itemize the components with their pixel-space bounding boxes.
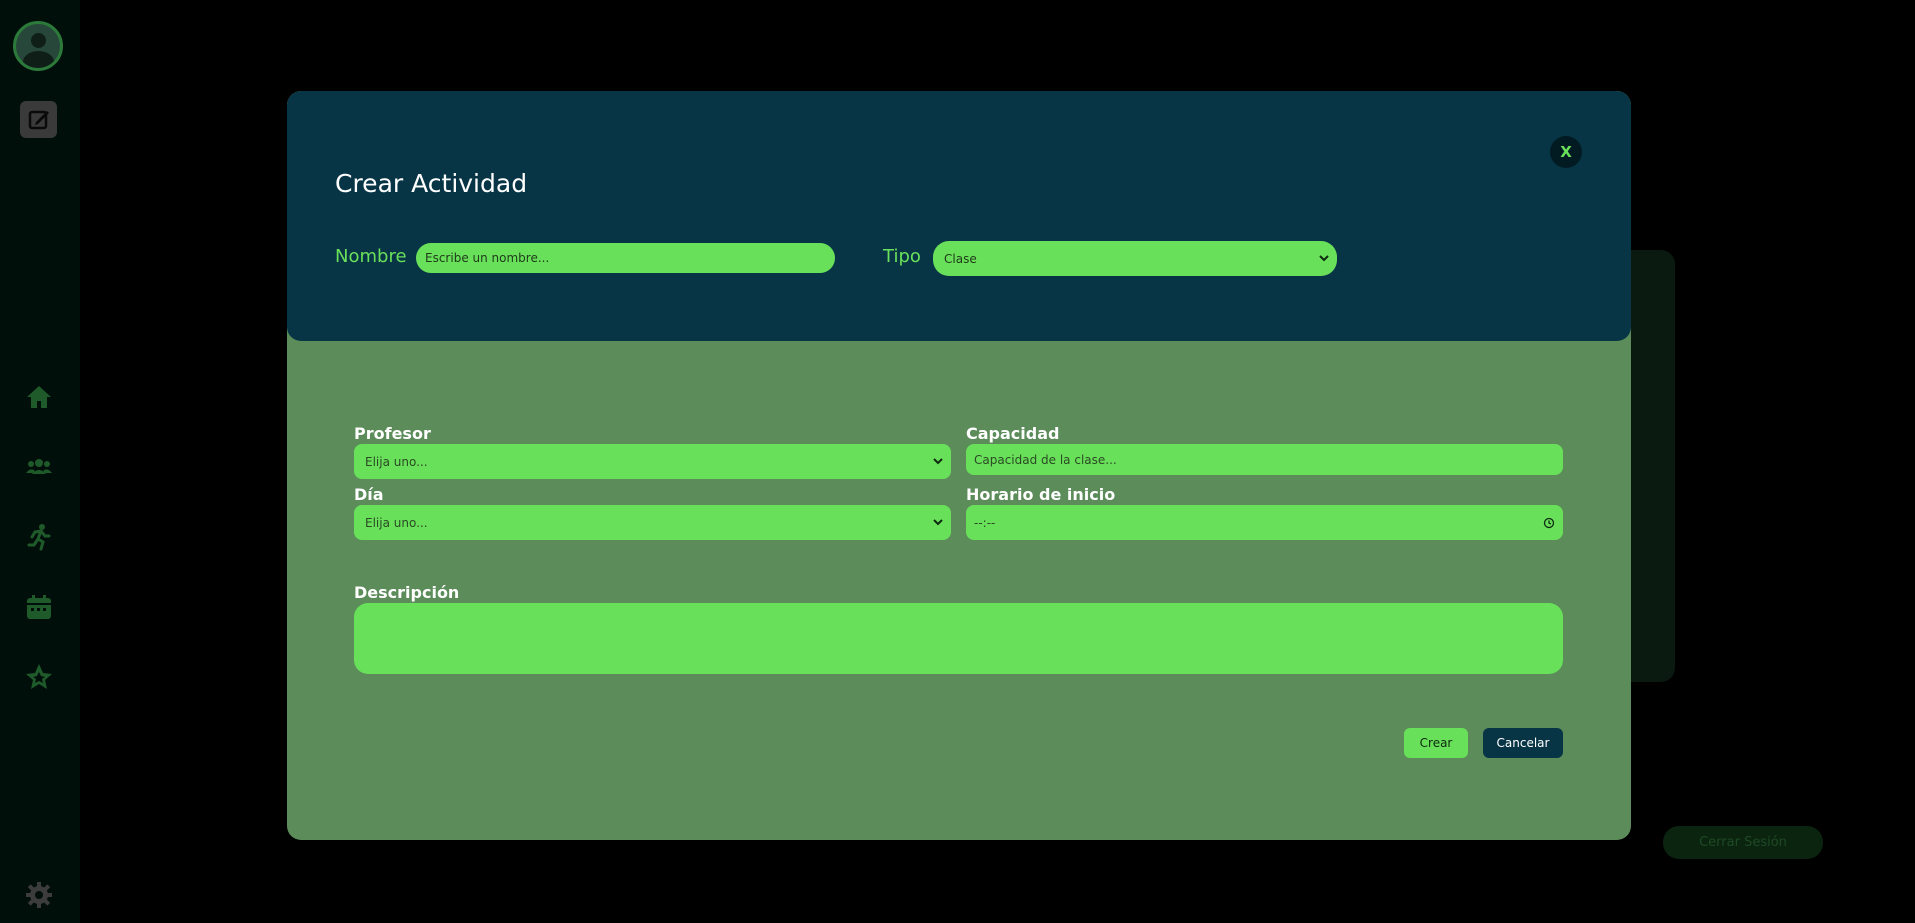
dia-label: Día	[354, 485, 384, 504]
nombre-placeholder: Escribe un nombre...	[425, 251, 550, 265]
horario-label: Horario de inicio	[966, 485, 1116, 504]
horario-value: --:--	[974, 515, 996, 530]
capacidad-placeholder: Capacidad de la clase...	[974, 452, 1117, 467]
chevron-down-icon	[1319, 254, 1329, 261]
modal-header: Crear Actividad X Nombre Escribe un nomb…	[287, 91, 1631, 341]
profesor-label: Profesor	[354, 424, 431, 443]
cancelar-button[interactable]: Cancelar	[1483, 728, 1563, 758]
tipo-value: Clase	[944, 251, 977, 266]
profesor-value: Elija uno...	[365, 454, 428, 469]
star-icon[interactable]	[24, 662, 54, 692]
create-activity-modal: Crear Actividad X Nombre Escribe un nomb…	[287, 91, 1631, 840]
sidebar	[0, 0, 80, 923]
home-icon[interactable]	[24, 382, 54, 412]
capacidad-label: Capacidad	[966, 424, 1060, 443]
running-icon[interactable]	[24, 522, 54, 552]
modal-title: Crear Actividad	[335, 169, 528, 198]
tipo-select[interactable]: Clase	[933, 241, 1337, 276]
chevron-down-icon	[933, 518, 943, 525]
dia-select[interactable]: Elija uno...	[354, 505, 951, 540]
capacidad-input[interactable]: Capacidad de la clase...	[966, 444, 1563, 475]
close-button[interactable]: X	[1550, 136, 1582, 168]
chevron-down-icon	[933, 457, 943, 464]
tipo-label: Tipo	[883, 246, 921, 267]
descripcion-label: Descripción	[354, 583, 460, 602]
users-icon[interactable]	[24, 452, 54, 482]
nombre-input[interactable]: Escribe un nombre...	[416, 243, 835, 273]
avatar[interactable]	[13, 21, 63, 71]
descripcion-textarea[interactable]	[354, 603, 1563, 674]
edit-icon	[28, 110, 49, 130]
calendar-icon[interactable]	[24, 592, 54, 622]
horario-input[interactable]: --:--	[966, 505, 1563, 540]
nombre-label: Nombre	[335, 246, 407, 267]
edit-button[interactable]	[20, 101, 57, 138]
crear-button[interactable]: Crear	[1404, 728, 1468, 758]
logout-button[interactable]: Cerrar Sesión	[1663, 826, 1823, 859]
settings-icon[interactable]	[24, 880, 54, 910]
profesor-select[interactable]: Elija uno...	[354, 444, 951, 479]
dia-value: Elija uno...	[365, 515, 428, 530]
clock-icon[interactable]	[1543, 517, 1555, 529]
